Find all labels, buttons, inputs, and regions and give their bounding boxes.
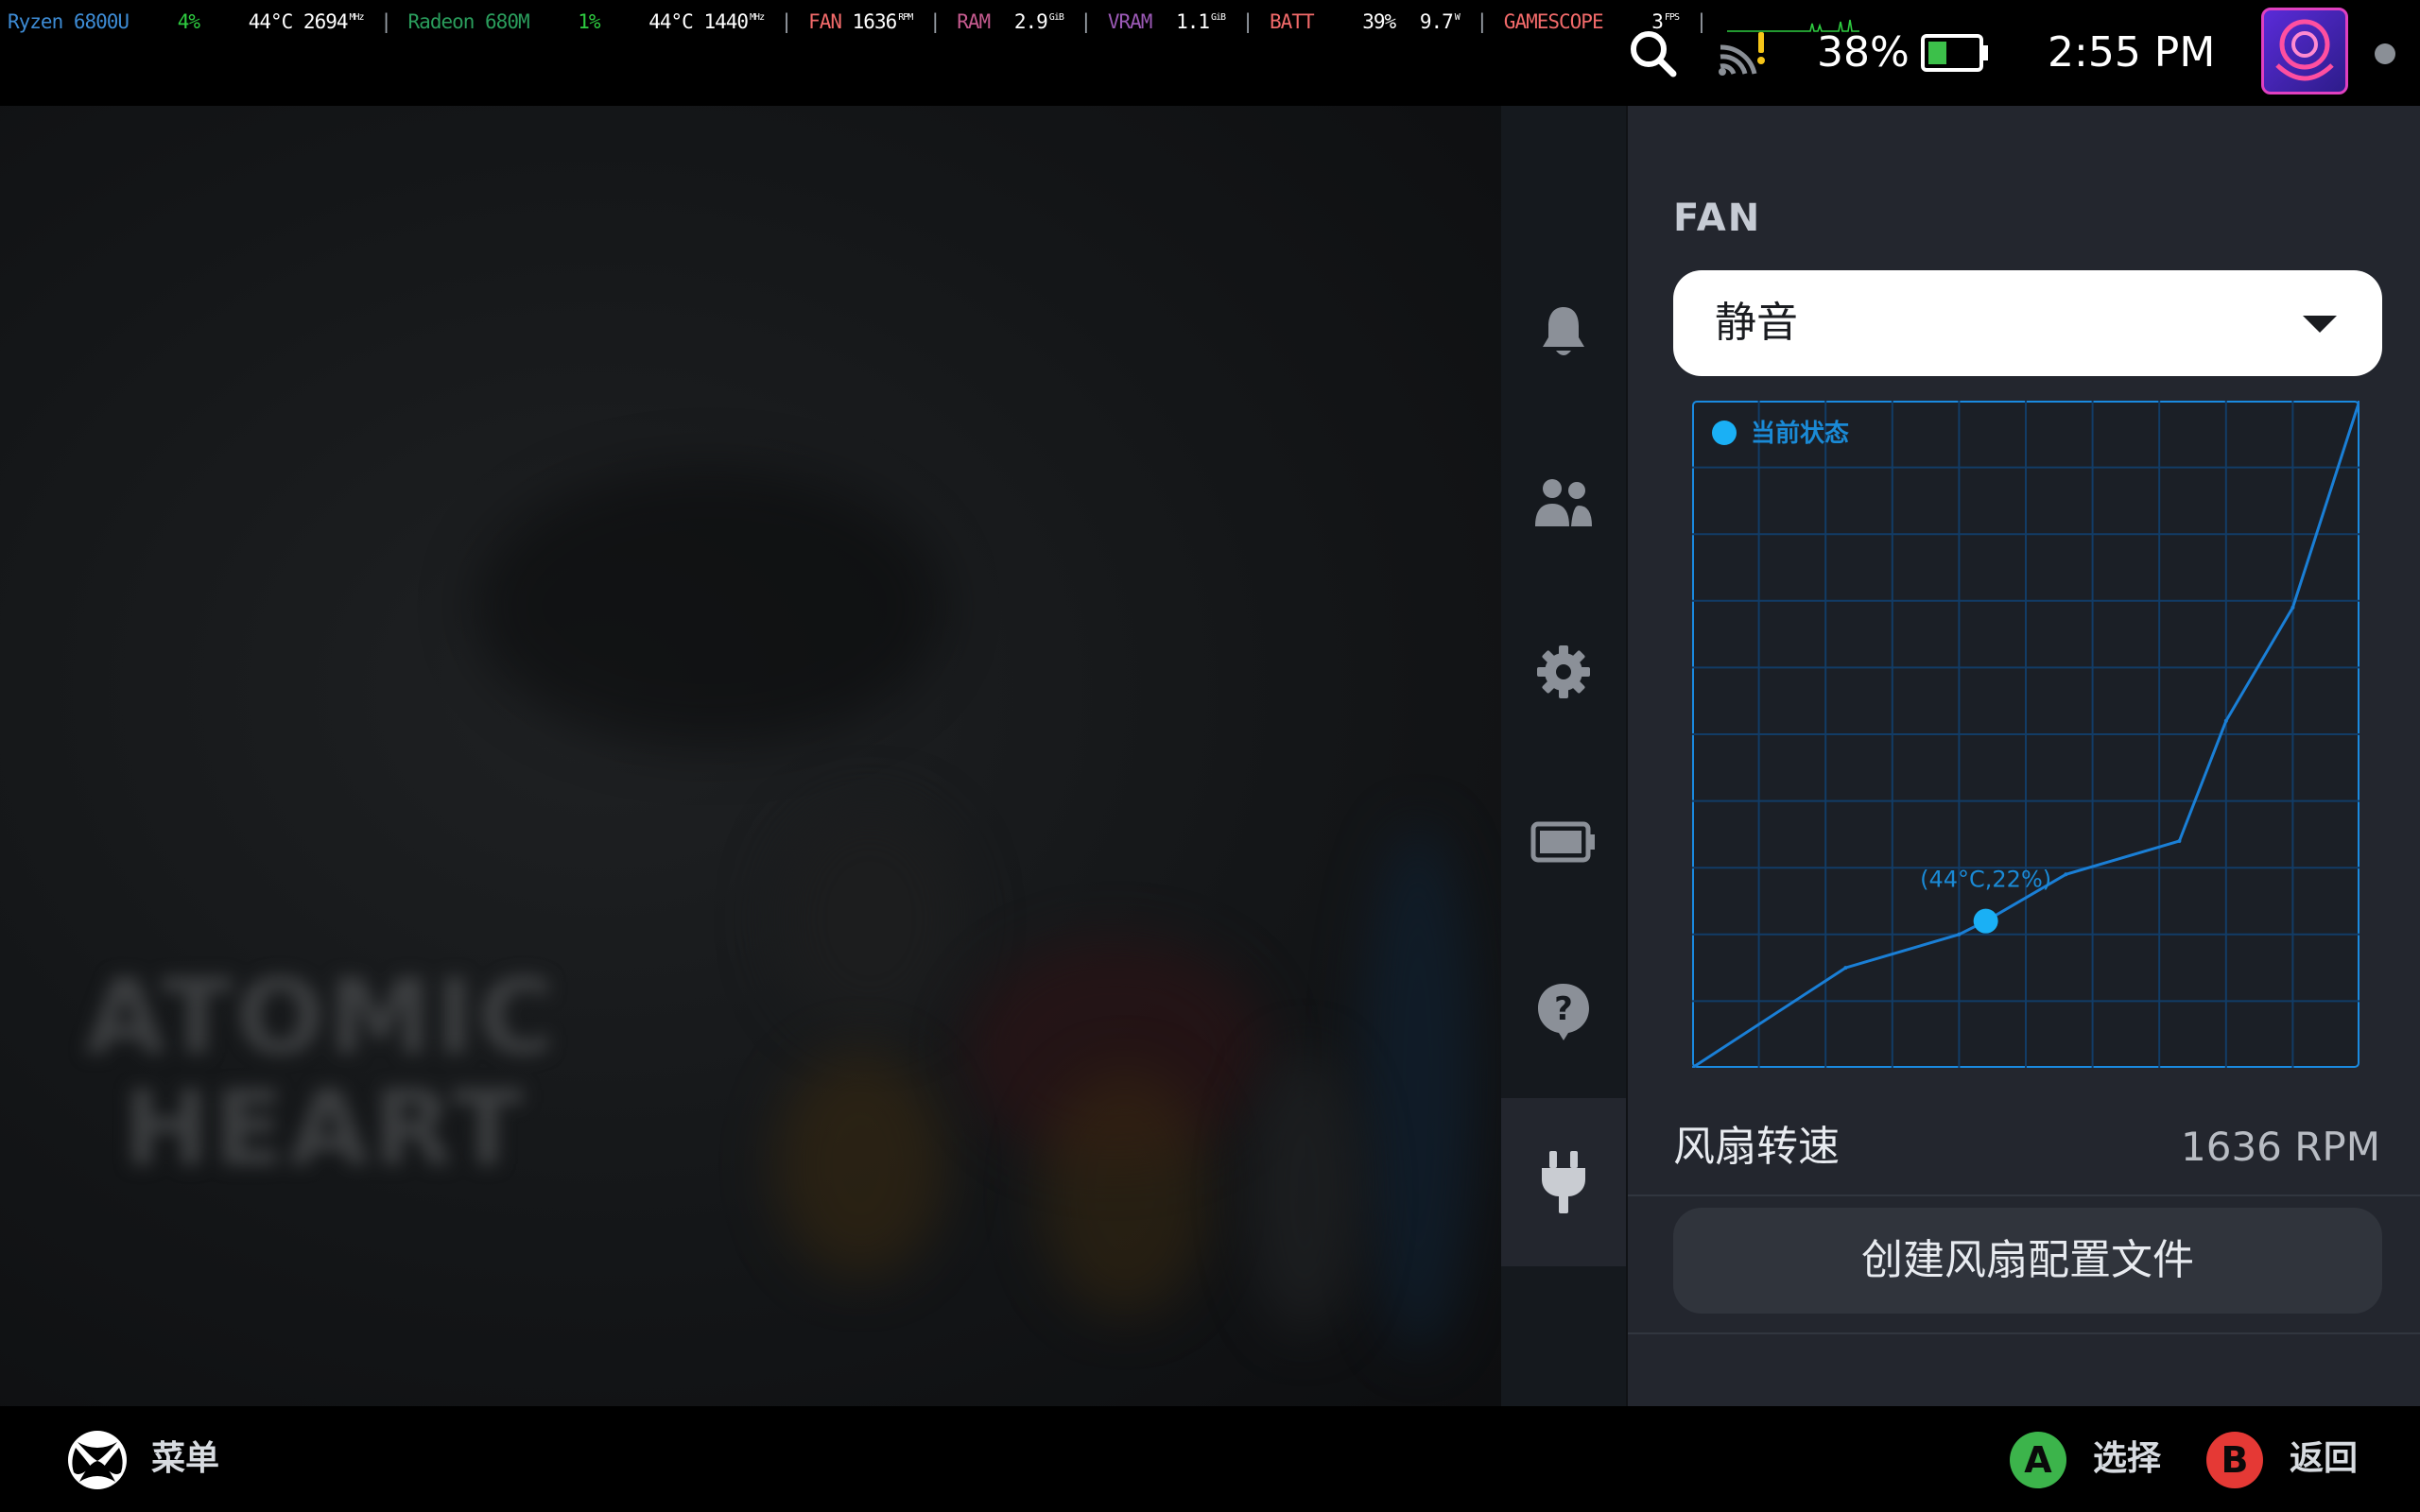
select-label: 选择 [2093, 1439, 2162, 1478]
battery-percent: 38% [1817, 28, 1910, 77]
gpu-clock-value: 1440 [703, 10, 749, 33]
fan-speed-value: 1636 RPM [2181, 1124, 2380, 1170]
search-icon[interactable] [1626, 26, 1679, 79]
gpu-temp: 44°C [648, 10, 694, 33]
game-title: ATOMIC HEART [85, 961, 766, 1184]
create-fan-profile-button[interactable]: 创建风扇配置文件 [1673, 1208, 2382, 1314]
legend-label: 当前状态 [1751, 419, 1849, 448]
svg-text:?: ? [1554, 990, 1573, 1028]
fan-speed-label: 风扇转速 [1673, 1123, 1840, 1171]
batt-watts-unit: W [1454, 12, 1461, 23]
notification-dot [2375, 43, 2395, 64]
current-point-label: (44°C,22%) [1920, 867, 2051, 893]
qa-notifications-button[interactable] [1501, 268, 1626, 395]
overlay-separator: | [1241, 10, 1254, 33]
a-button-icon: A [2010, 1432, 2066, 1488]
cpu-clock-unit: MHz [349, 12, 365, 23]
gpu-name: Radeon 680M [407, 10, 530, 33]
top-status-bar: Ryzen 6800U 4% 44°C 2694 MHz | Radeon 680… [0, 0, 2420, 106]
help-icon: ? [1538, 984, 1589, 1040]
legend-marker [1712, 421, 1737, 445]
batt-percent: 39% [1362, 10, 1396, 33]
cpu-clock: 2694 MHz [302, 4, 365, 36]
gpu-clock: 1440 MHz [703, 4, 765, 36]
vram-usage: 1.1 GiB [1176, 4, 1226, 36]
vram-label: VRAM [1107, 10, 1153, 33]
battery-icon [1921, 34, 1989, 72]
fan-settings-panel: FAN 静音 (44°C,22%) 当前状态 风扇转速 1636 RPM 创建风… [1626, 106, 2420, 1406]
chevron-down-icon [2303, 316, 2337, 333]
ram-label: RAM [957, 10, 991, 33]
qa-friends-button[interactable] [1501, 438, 1626, 565]
system-status-area: 38% 2:55 PM [1588, 0, 2420, 106]
fan-profile-value: 静音 [1715, 299, 1798, 347]
fan-speed-value: 1636 [852, 10, 898, 33]
fan-curve-chart[interactable]: (44°C,22%) 当前状态 [1692, 401, 2360, 1068]
xbox-icon[interactable] [66, 1429, 129, 1491]
back-label: 返回 [2290, 1439, 2359, 1478]
overlay-separator: | [380, 10, 392, 33]
cpu-load: 4% [177, 10, 200, 33]
batt-watts: 9.7 W [1419, 4, 1461, 36]
cpu-temp: 44°C [248, 10, 294, 33]
curve-point [2064, 872, 2068, 877]
friends-icon [1535, 479, 1592, 526]
ram-usage-unit: GiB [1048, 12, 1064, 23]
overlay-separator: | [780, 10, 793, 33]
qa-plugins-button[interactable] [1501, 1098, 1626, 1266]
fan-profile-dropdown[interactable]: 静音 [1673, 270, 2382, 376]
vram-usage-unit: GiB [1211, 12, 1226, 23]
ram-usage: 2.9 GiB [1013, 4, 1064, 36]
b-button-icon: B [2206, 1432, 2263, 1488]
wifi-icon[interactable] [1717, 28, 1770, 77]
gpu-clock-unit: MHz [750, 12, 765, 23]
clock: 2:55 PM [2048, 28, 2216, 77]
battery-icon [1530, 821, 1595, 863]
batt-label: BATT [1270, 10, 1315, 33]
curve-point [2177, 838, 2182, 843]
curve-point [1957, 932, 1962, 936]
curve-point [2290, 605, 2295, 610]
panel-title: FAN [1673, 197, 1762, 240]
bell-icon [1543, 307, 1584, 355]
avatar[interactable] [2261, 8, 2348, 94]
menu-label: 菜单 [151, 1439, 220, 1478]
game-title-line: ATOMIC [85, 956, 559, 1077]
fan-label: FAN [808, 10, 842, 33]
gpu-load: 1% [578, 10, 600, 33]
overlay-separator: | [1080, 10, 1093, 33]
panel-divider [1628, 1332, 2420, 1334]
cpu-clock-value: 2694 [302, 10, 349, 33]
batt-watts-value: 9.7 [1419, 10, 1454, 33]
qa-settings-button[interactable] [1501, 609, 1626, 735]
qa-help-button[interactable]: ? [1501, 949, 1626, 1075]
cpu-name: Ryzen 6800U [8, 10, 130, 33]
curve-point [2223, 718, 2228, 723]
fan-speed-unit: RPM [898, 12, 913, 23]
bottom-hint-bar: 菜单 A 选择 B 返回 [0, 1406, 2420, 1512]
ram-usage-value: 2.9 [1013, 10, 1048, 33]
gear-icon [1537, 645, 1590, 698]
vram-usage-value: 1.1 [1176, 10, 1210, 33]
game-title-line: HEART [123, 1068, 527, 1189]
fan-speed: 1636 RPM [852, 4, 914, 36]
game-background: ATOMIC HEART [0, 106, 1501, 1406]
qa-performance-button[interactable] [1501, 779, 1626, 905]
current-point-marker [1973, 908, 1998, 934]
overlay-separator: | [928, 10, 942, 33]
plug-icon [1542, 1151, 1585, 1213]
overlay-separator: | [1476, 10, 1488, 33]
quick-access-menu: ? [1501, 106, 1626, 1406]
performance-overlay: Ryzen 6800U 4% 44°C 2694 MHz | Radeon 680… [8, 4, 1859, 33]
battery-fill [1928, 42, 1946, 64]
fan-speed-row: 风扇转速 1636 RPM [1628, 1098, 2420, 1196]
curve-point [1843, 966, 1848, 971]
